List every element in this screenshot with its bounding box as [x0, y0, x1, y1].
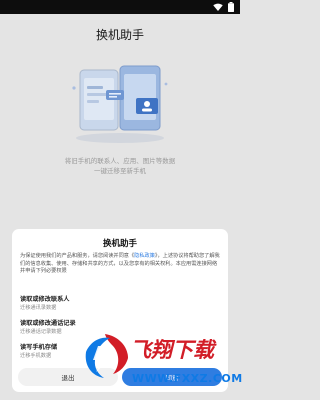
- page-title: 换机助手: [95, 28, 144, 42]
- permission-description: 迁移通讯录数据: [20, 305, 57, 311]
- watermark-url: WWW.FXXZ.COM: [132, 372, 243, 385]
- phone-transfer-illustration: [72, 65, 168, 143]
- battery-icon: [228, 2, 234, 12]
- consent-text-part: 为保证使用我们的产品和服务，请您阅读并同意《: [20, 253, 135, 259]
- intro-line: 将旧手机的联系人、应用、图片等数据: [64, 157, 176, 165]
- consent-text: 为保证使用我们的产品和服务，请您阅读并同意《隐私政策》，上述协议将帮助您了解我们…: [20, 253, 220, 276]
- intro-description: 将旧手机的联系人、应用、图片等数据 一键迁移至新手机: [40, 156, 200, 176]
- permission-title: 读取或修改联系人: [20, 296, 70, 303]
- site-watermark: 飞翔下载 WWW.FXXZ.COM: [72, 320, 243, 400]
- dialog-title: 换机助手: [102, 239, 137, 249]
- intro-line: 一键迁移至新手机: [94, 167, 146, 175]
- wifi-icon: [213, 3, 223, 11]
- privacy-policy-link[interactable]: 隐私政策: [134, 253, 155, 259]
- status-bar: [0, 0, 240, 14]
- status-icons: [213, 2, 235, 12]
- watermark-logo-icon: [85, 334, 128, 378]
- permission-item-contacts: 读取或修改联系人 迁移通讯录数据: [20, 295, 220, 312]
- watermark-title: 飞翔下载: [130, 338, 214, 362]
